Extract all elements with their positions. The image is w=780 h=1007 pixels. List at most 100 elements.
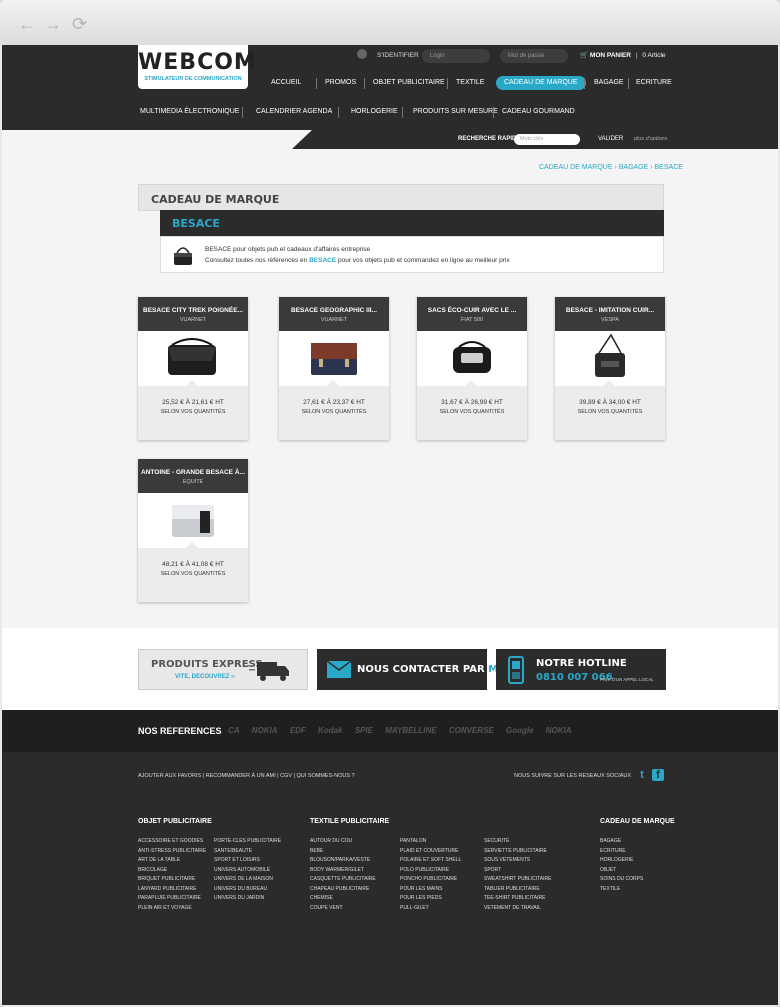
brand-logo: Google <box>505 726 534 735</box>
footer-link[interactable]: SANTE/BEAUTE <box>214 847 281 857</box>
menu-cadeau-de-marque[interactable]: CADEAU DE MARQUE <box>496 76 586 90</box>
logo-text: WEBCOM <box>138 50 257 75</box>
contact-mail-banner[interactable]: NOUS CONTACTER PAR MAIL <box>317 649 516 690</box>
footer-link[interactable]: PLAID ET COUVERTURE <box>400 847 461 857</box>
menu-textile[interactable]: TEXTILE <box>456 76 484 90</box>
footer-link[interactable]: BLOUSON/PARKA/VESTE <box>310 856 376 866</box>
hotline-banner[interactable]: NOTRE HOTLINE 0810 007 066 PRIX D'UN APP… <box>496 649 666 690</box>
site-logo[interactable]: WEBCOM STIMULATEUR DE COMMUNICATION <box>138 45 257 89</box>
menu-divider <box>493 107 494 118</box>
menu-cadeau-gourmand[interactable]: CADEAU GOURMAND <box>502 105 575 119</box>
footer-link[interactable]: BRIQUET PUBLICITAIRE <box>138 875 206 885</box>
password-input[interactable]: Mot de passe <box>500 49 568 63</box>
product-card[interactable]: ANTOINE - GRANDE BESACE À... EQUITE 48,2… <box>138 459 248 602</box>
footer-link[interactable]: POUR LES MAINS <box>400 885 461 895</box>
footer-link[interactable]: CASQUETTE PUBLICITAIRE <box>310 875 376 885</box>
footer-link[interactable]: COUPE VENT <box>310 904 376 914</box>
footer-link[interactable]: LANYARD PUBLICITAIRE <box>138 885 206 895</box>
subcategory-bar: BESACE <box>160 210 664 236</box>
footer-link[interactable]: POUR LES PIEDS <box>400 894 461 904</box>
footer-link[interactable]: SOUS VETEMENTS <box>484 856 551 866</box>
footer-link[interactable]: AUTOUR DU COU <box>310 837 376 847</box>
footer-link[interactable]: CHEMISE <box>310 894 376 904</box>
reload-icon[interactable]: ⟳ <box>72 14 87 35</box>
twitter-icon[interactable]: t <box>636 769 648 781</box>
description-keyword-link[interactable]: BESACE <box>309 257 336 264</box>
menu-ecriture[interactable]: ECRITURE <box>636 76 672 90</box>
footer-link[interactable]: CHAPEAU PUBLICITAIRE <box>310 885 376 895</box>
footer-col-title[interactable]: CADEAU DE MARQUE <box>600 818 675 825</box>
forward-arrow-icon[interactable]: → <box>44 14 62 35</box>
product-price-area: 25,52 € À 21,61 € HT SELON VOS QUANTITÉS <box>138 380 248 440</box>
menu-accueil[interactable]: ACCUEIL <box>271 76 301 90</box>
menu-bagage[interactable]: BAGAGE <box>594 76 624 90</box>
product-price: 31,67 € À 26,99 € HT <box>441 399 503 406</box>
cart-link[interactable]: 🛒 MON PANIER | 0 Article <box>580 51 666 59</box>
category-header: CADEAU DE MARQUE BESACE BESACE pour obje… <box>138 184 664 274</box>
footer-col-title[interactable]: TEXTILE PUBLICITAIRE <box>310 818 389 825</box>
footer-link[interactable]: SPORT ET LOISIRS <box>214 856 281 866</box>
footer-link[interactable]: BAGAGE <box>600 837 643 847</box>
footer-link[interactable]: BODY WARMER/GILET <box>310 866 376 876</box>
product-card[interactable]: BESACE CITY TREK POIGNÉE... VUARNET 25,5… <box>138 297 248 440</box>
menu-objet-publicitaire[interactable]: OBJET PUBLICITAIRE <box>373 76 445 90</box>
description-text: pour vos objets pub et commandez en lign… <box>337 257 510 264</box>
search-options-link[interactable]: plus d'options <box>634 136 667 142</box>
menu-calendrier[interactable]: CALENDRIER AGENDA <box>256 105 332 119</box>
footer-link[interactable]: POLAIRE ET SOFT SHELL <box>400 856 461 866</box>
footer-link[interactable]: UNIVERS DU JARDIN <box>214 894 281 904</box>
footer-link[interactable]: OBJET <box>600 866 643 876</box>
footer-link[interactable]: PANTALON <box>400 837 461 847</box>
express-products-banner[interactable]: PRODUITS EXPRESS VITE, DECOUVREZ ›› <box>138 649 308 690</box>
search-input[interactable]: Mots clés <box>514 134 580 145</box>
facebook-icon[interactable]: f <box>652 769 664 781</box>
product-brand: EQUITE <box>182 479 204 485</box>
product-image[interactable] <box>555 331 665 386</box>
product-price-area: 48,21 € À 41,08 € HT SELON VOS QUANTITÉS <box>138 542 248 602</box>
footer-link[interactable]: ART DE LA TABLE <box>138 856 206 866</box>
footer-link[interactable]: BRICOLAGE <box>138 866 206 876</box>
product-image[interactable] <box>138 331 248 386</box>
product-card[interactable]: BESACE - IMITATION CUIR... VESPA 39,89 €… <box>555 297 665 440</box>
footer-link[interactable]: ANTI-STRESS PUBLICITAIRE <box>138 847 206 857</box>
footer-link[interactable]: SWEATSHIRT PUBLICITAIRE <box>484 875 551 885</box>
product-card[interactable]: BESACE GEOGRAPHIC III... VUARNET 27,61 €… <box>279 297 389 440</box>
footer-link[interactable]: HORLOGERIE <box>600 856 643 866</box>
product-image[interactable] <box>417 331 527 386</box>
footer-link[interactable]: UNIVERS AUTOMOBILE <box>214 866 281 876</box>
footer-link[interactable]: PLEIN AIR ET VOYAGE <box>138 904 206 914</box>
footer-link[interactable]: SECURITE <box>484 837 551 847</box>
footer-link[interactable]: ACCESSOIRE ET GOODIES <box>138 837 206 847</box>
search-submit-button[interactable]: VALIDER <box>598 136 623 142</box>
footer-link[interactable]: SPORT <box>484 866 551 876</box>
back-arrow-icon[interactable]: ← <box>18 14 36 35</box>
footer-link[interactable]: PORTE-CLES PUBLICITAIRE <box>214 837 281 847</box>
footer-link[interactable]: BEBE <box>310 847 376 857</box>
footer-link[interactable]: PARAPLUIE PUBLICITAIRE <box>138 894 206 904</box>
login-input[interactable]: Login <box>422 49 490 63</box>
product-card[interactable]: SACS ÉCO-CUIR AVEC LE ... FIAT 500 31,67… <box>417 297 527 440</box>
menu-divider <box>242 107 243 118</box>
footer-col-title[interactable]: OBJET PUBLICITAIRE <box>138 818 212 825</box>
footer-link[interactable]: TABLIER PUBLICITAIRE <box>484 885 551 895</box>
menu-multimedia[interactable]: MULTIMEDIA ÉLECTRONIQUE <box>140 105 239 119</box>
menu-horlogerie[interactable]: HORLOGERIE <box>351 105 398 119</box>
footer-link[interactable]: SOINS DU CORPS <box>600 875 643 885</box>
footer-link[interactable]: ECRITURE <box>600 847 643 857</box>
footer-link[interactable]: POLO PUBLICITAIRE <box>400 866 461 876</box>
breadcrumb[interactable]: CADEAU DE MARQUE › BAGAGE › BESACE <box>539 164 683 171</box>
footer-link[interactable]: VETEMENT DE TRAVAIL <box>484 904 551 914</box>
footer-link[interactable]: TEE-SHIRT PUBLICITAIRE <box>484 894 551 904</box>
footer-link[interactable]: UNIVERS DE LA MAISON <box>214 875 281 885</box>
large-bag-image <box>172 505 214 537</box>
menu-produits-sur-mesure[interactable]: PRODUITS SUR MESURE <box>413 105 498 119</box>
footer-link[interactable]: SERVIETTE PUBLICITAIRE <box>484 847 551 857</box>
product-image[interactable] <box>138 493 248 548</box>
footer-link[interactable]: TEXTILE <box>600 885 643 895</box>
menu-promos[interactable]: PROMOS <box>325 76 356 90</box>
footer-link[interactable]: PULL-GILET <box>400 904 461 914</box>
footer-links[interactable]: AJOUTER AUX FAVORIS | RECOMMANDER À UN A… <box>138 773 355 779</box>
footer-link[interactable]: UNIVERS DU BUREAU <box>214 885 281 895</box>
footer-link[interactable]: PONCHO PUBLICITAIRE <box>400 875 461 885</box>
product-image[interactable] <box>279 331 389 386</box>
